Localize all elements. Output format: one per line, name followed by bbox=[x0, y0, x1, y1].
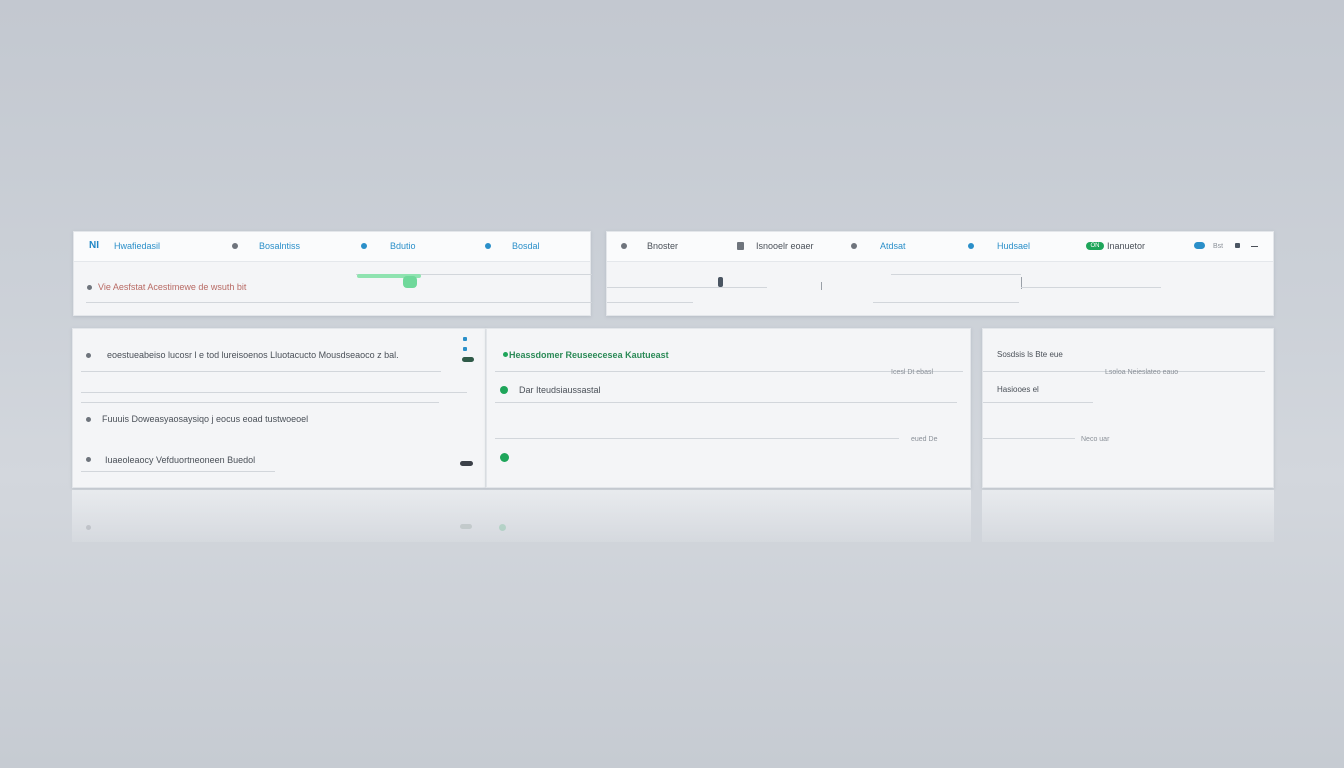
minimize-icon[interactable] bbox=[1251, 246, 1258, 247]
slider-handle[interactable] bbox=[718, 277, 723, 287]
detail-heading: Heassdomer Reuseecesea Kautueast bbox=[509, 350, 669, 360]
list-bullet-icon bbox=[86, 457, 91, 462]
check-icon bbox=[500, 386, 508, 394]
side-panel-meta-1: Lsoloa Neieslateo eauo bbox=[1105, 369, 1179, 376]
app-title[interactable]: Hwafiedasil bbox=[114, 241, 160, 251]
toggle-icon[interactable] bbox=[462, 357, 474, 362]
toolbar-item-4[interactable]: Hudsael bbox=[997, 241, 1030, 251]
detail-meta-2: eued De bbox=[911, 436, 938, 443]
toolbar-item-1[interactable]: Bnoster bbox=[647, 241, 678, 251]
toolbar-item-2[interactable]: Isnooelr eoaer bbox=[756, 241, 814, 251]
divider bbox=[821, 282, 822, 290]
toolbar-right-panel: Bnoster Isnooelr eoaer Atdsat Hudsael ON… bbox=[606, 231, 1274, 316]
divider bbox=[81, 392, 467, 393]
divider bbox=[607, 302, 693, 303]
reflection-toggle bbox=[460, 524, 472, 529]
status-label[interactable]: Inanuetor bbox=[1107, 241, 1145, 251]
divider bbox=[983, 438, 1075, 439]
nav-item-1[interactable]: Bosalntiss bbox=[259, 241, 300, 251]
toggle-icon[interactable] bbox=[460, 461, 473, 466]
window-icon[interactable] bbox=[1194, 242, 1205, 249]
detail-sub-item[interactable]: Dar Iteudsiaussastal bbox=[519, 385, 601, 395]
search-icon bbox=[87, 285, 92, 290]
toolbar-item-3[interactable]: Atdsat bbox=[880, 241, 906, 251]
detail-meta-1: Icesl Dt ebasl bbox=[891, 369, 934, 376]
divider bbox=[1021, 287, 1161, 288]
add-icon[interactable] bbox=[500, 453, 509, 462]
divider bbox=[983, 402, 1093, 403]
toolbar-left-panel: NI Hwafiedasil Bosalntiss Bdutio Bosdal … bbox=[73, 231, 592, 316]
progress-indicator-tick bbox=[403, 276, 417, 288]
side-panel-title: Sosdsis ls Bte eue bbox=[997, 350, 1063, 359]
location-pin-icon bbox=[361, 243, 367, 249]
status-dot-icon bbox=[503, 352, 508, 357]
divider bbox=[81, 402, 439, 403]
window-label: Bst bbox=[1213, 243, 1224, 250]
location-pin-icon bbox=[968, 243, 974, 249]
nav-item-3[interactable]: Bosdal bbox=[512, 241, 540, 251]
toolbar-right-header: Bnoster Isnooelr eoaer Atdsat Hudsael ON… bbox=[607, 232, 1273, 262]
divider bbox=[607, 287, 767, 288]
side-panel-meta-2: Neco uar bbox=[1081, 436, 1110, 443]
grid-icon[interactable] bbox=[463, 337, 467, 341]
list-item-2[interactable]: Fuuuis Doweasyaosaysiqo j eocus eoad tus… bbox=[102, 414, 308, 424]
divider bbox=[891, 274, 1021, 275]
divider bbox=[495, 402, 957, 403]
document-icon bbox=[737, 242, 744, 250]
list-item-1[interactable]: eoestueabeiso lucosr l e tod lureisoenos… bbox=[107, 350, 399, 360]
location-pin-icon bbox=[232, 243, 238, 249]
location-pin-icon bbox=[485, 243, 491, 249]
location-pin-icon bbox=[621, 243, 627, 249]
list-item-3[interactable]: Iuaeoleaocy Vefduortneoneen Buedol bbox=[105, 455, 255, 465]
status-badge: ON bbox=[1086, 242, 1104, 250]
reflection-dot bbox=[86, 525, 91, 530]
floor-reflection bbox=[982, 490, 1274, 542]
divider bbox=[873, 302, 1019, 303]
side-panel-subtitle[interactable]: Hasiooes el bbox=[997, 385, 1039, 395]
list-bullet-icon bbox=[86, 417, 91, 422]
detail-panel: Heassdomer Reuseecesea Kautueast Icesl D… bbox=[486, 328, 971, 488]
side-panel: Sosdsis ls Bte eue Lsoloa Neieslateo eau… bbox=[982, 328, 1274, 488]
stop-icon[interactable] bbox=[1235, 243, 1240, 248]
reflection-dot bbox=[499, 524, 506, 531]
divider bbox=[81, 471, 275, 472]
divider bbox=[495, 438, 899, 439]
toolbar-left-header: NI Hwafiedasil Bosalntiss Bdutio Bosdal bbox=[74, 232, 590, 262]
location-pin-icon bbox=[851, 243, 857, 249]
grid-icon[interactable] bbox=[463, 347, 467, 351]
floor-reflection bbox=[72, 490, 971, 542]
nav-item-2[interactable]: Bdutio bbox=[390, 241, 416, 251]
divider bbox=[81, 371, 441, 372]
list-panel: eoestueabeiso lucosr l e tod lureisoenos… bbox=[72, 328, 486, 488]
app-logo: NI bbox=[89, 240, 99, 251]
search-text[interactable]: Vie Aesfstat Acestimewe de wsuth bit bbox=[98, 282, 246, 292]
list-bullet-icon bbox=[86, 353, 91, 358]
divider bbox=[86, 302, 592, 303]
